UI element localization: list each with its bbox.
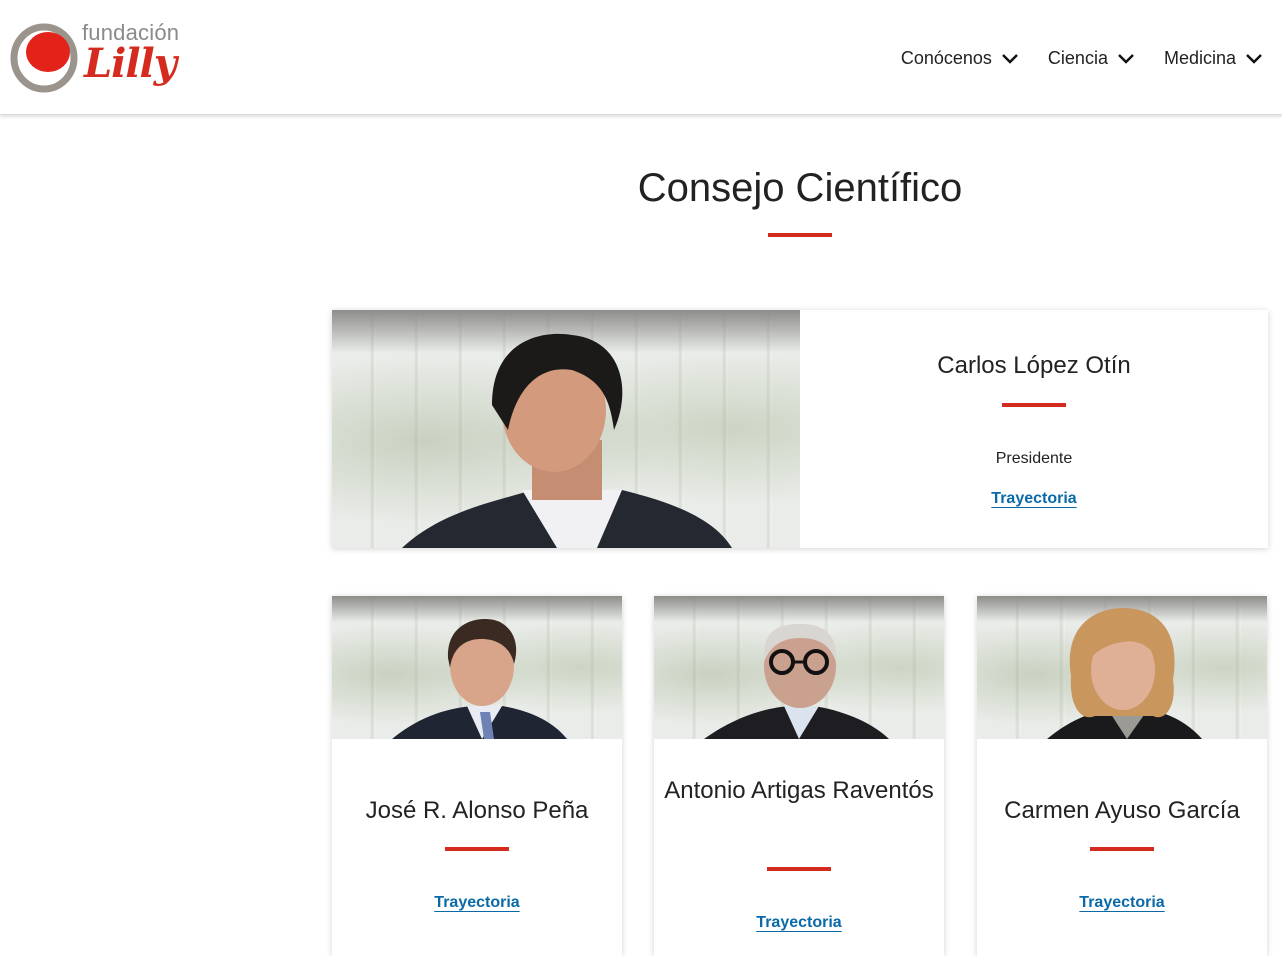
member-card: Antonio Artigas Raventós Trayectoria <box>654 596 944 956</box>
name-divider <box>1002 403 1066 407</box>
logo-script-word: Lilly <box>84 40 177 87</box>
chevron-down-icon <box>1002 53 1018 64</box>
name-divider <box>445 847 509 851</box>
trayectoria-link[interactable]: Trayectoria <box>800 490 1268 508</box>
chevron-down-icon <box>1118 53 1134 64</box>
member-role: Presidente <box>995 450 1073 467</box>
main-nav: Conócenos Ciencia Medicina <box>901 48 1262 69</box>
member-photo <box>332 596 622 739</box>
trayectoria-link[interactable]: Trayectoria <box>977 894 1267 912</box>
nav-item-label: Medicina <box>1163 48 1236 68</box>
nav-item-conocenos[interactable]: Conócenos <box>901 48 1018 69</box>
site-header: fundación Lilly Conócenos Ciencia Medici… <box>0 0 1282 115</box>
title-divider <box>768 233 832 237</box>
logo-mark-icon <box>10 23 78 93</box>
nav-item-medicina[interactable]: Medicina <box>1164 48 1262 69</box>
member-photo <box>977 596 1267 739</box>
member-name: Carmen Ayuso García <box>1004 797 1240 824</box>
nav-item-ciencia[interactable]: Ciencia <box>1048 48 1134 69</box>
member-name: Carlos López Otín <box>937 352 1131 379</box>
president-info: Carlos López Otín Presidente Trayectoria <box>800 310 1268 548</box>
member-name: Antonio Artigas Raventós <box>664 777 934 804</box>
chevron-down-icon <box>1246 53 1262 64</box>
nav-item-label: Conócenos <box>900 48 992 68</box>
trayectoria-link[interactable]: Trayectoria <box>654 914 944 932</box>
member-card: Carmen Ayuso García Trayectoria <box>977 596 1267 956</box>
president-card: Carlos López Otín Presidente Trayectoria <box>332 310 1268 548</box>
page-title: Consejo Científico <box>637 166 963 210</box>
trayectoria-link[interactable]: Trayectoria <box>332 894 622 912</box>
nav-item-label: Ciencia <box>1047 48 1108 68</box>
member-card: José R. Alonso Peña Trayectoria <box>332 596 622 956</box>
fundacion-lilly-logo[interactable]: fundación Lilly <box>10 18 195 104</box>
name-divider <box>1090 847 1154 851</box>
member-name: José R. Alonso Peña <box>365 797 589 824</box>
president-photo <box>332 310 800 548</box>
member-photo <box>654 596 944 739</box>
name-divider <box>767 867 831 871</box>
